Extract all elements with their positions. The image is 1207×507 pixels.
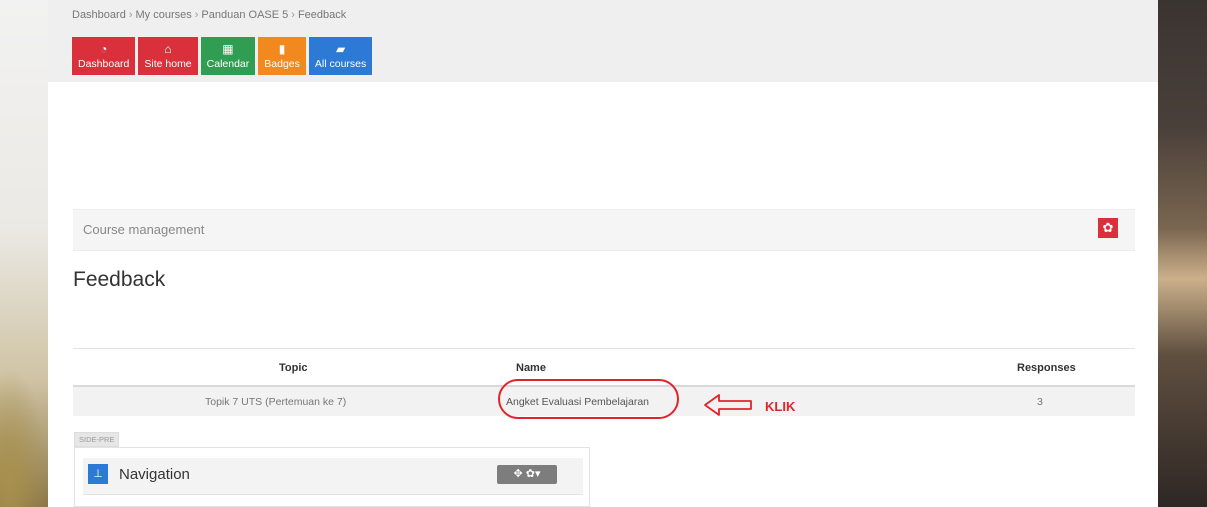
block-actions-button[interactable]: ✥ ✿▾ bbox=[497, 465, 557, 484]
breadcrumb: Dashboard › My courses › Panduan OASE 5 › Feed… bbox=[72, 9, 346, 21]
gear-icon: ✿▾ bbox=[525, 468, 541, 480]
annotation-oval bbox=[498, 379, 679, 419]
navigation-block: ⊥ Navigation ✥ ✿▾ bbox=[74, 447, 590, 507]
all-courses-button-label: All courses bbox=[314, 58, 367, 70]
annotation-text: KLIK bbox=[765, 399, 796, 414]
gear-icon: ✿ bbox=[1102, 220, 1114, 235]
calendar-button[interactable]: ▦ Calendar bbox=[200, 37, 256, 75]
column-header-responses[interactable]: Responses bbox=[1017, 362, 1076, 374]
course-management-bar: Course management bbox=[73, 209, 1135, 251]
dashboard-button[interactable]: ◔ Dashboard bbox=[72, 37, 136, 75]
site-home-button-label: Site home bbox=[144, 58, 192, 70]
book-icon: ▰ bbox=[335, 42, 346, 56]
dashboard-button-label: Dashboard bbox=[78, 58, 130, 70]
all-courses-button[interactable]: ▰ All courses bbox=[308, 37, 373, 75]
side-pre-label: SIDE-PRE bbox=[74, 432, 120, 447]
badges-button-label: Badges bbox=[264, 58, 300, 70]
calendar-icon: ▦ bbox=[222, 42, 234, 56]
cell-topic: Topik 7 UTS (Pertemuan ke 7) bbox=[205, 396, 347, 408]
breadcrumb-separator: › bbox=[128, 9, 133, 21]
breadcrumb-course[interactable]: Panduan OASE 5 bbox=[201, 9, 288, 21]
column-header-topic[interactable]: Topic bbox=[279, 362, 308, 374]
breadcrumb-feedback[interactable]: Feedback bbox=[298, 9, 346, 21]
column-header-name[interactable]: Name bbox=[516, 362, 546, 374]
annotation-arrow-icon bbox=[704, 394, 752, 416]
calendar-button-label: Calendar bbox=[206, 58, 250, 70]
home-icon: ⌂ bbox=[164, 42, 172, 56]
breadcrumb-separator: › bbox=[194, 9, 199, 21]
breadcrumb-my-courses[interactable]: My courses bbox=[136, 9, 192, 21]
quick-nav-buttons: ◔ Dashboard ⌂ Site home ▦ Calendar ▮ Bad… bbox=[72, 37, 373, 75]
moodle-page: Dashboard › My courses › Panduan OASE 5 › Feed… bbox=[48, 0, 1158, 507]
navigation-block-header: ⊥ Navigation ✥ ✿▾ bbox=[83, 458, 583, 495]
breadcrumb-separator: › bbox=[291, 9, 295, 21]
background-left bbox=[0, 0, 48, 507]
dashboard-icon: ◔ bbox=[100, 42, 108, 56]
breadcrumb-dashboard[interactable]: Dashboard bbox=[72, 9, 126, 21]
settings-gear-button[interactable]: ✿ bbox=[1098, 218, 1118, 238]
move-icon: ✥ bbox=[513, 468, 523, 480]
site-home-button[interactable]: ⌂ Site home bbox=[138, 37, 198, 75]
course-management-label: Course management bbox=[83, 222, 205, 237]
cell-responses: 3 bbox=[1037, 396, 1043, 408]
background-right bbox=[1158, 0, 1207, 507]
badges-button[interactable]: ▮ Badges bbox=[258, 37, 306, 75]
bookmark-icon: ▮ bbox=[278, 42, 286, 56]
top-header: Dashboard › My courses › Panduan OASE 5 › Feed… bbox=[48, 0, 1158, 82]
page-title: Feedback bbox=[73, 268, 166, 291]
sitemap-icon: ⊥ bbox=[88, 464, 108, 484]
navigation-block-title: Navigation bbox=[119, 466, 190, 483]
